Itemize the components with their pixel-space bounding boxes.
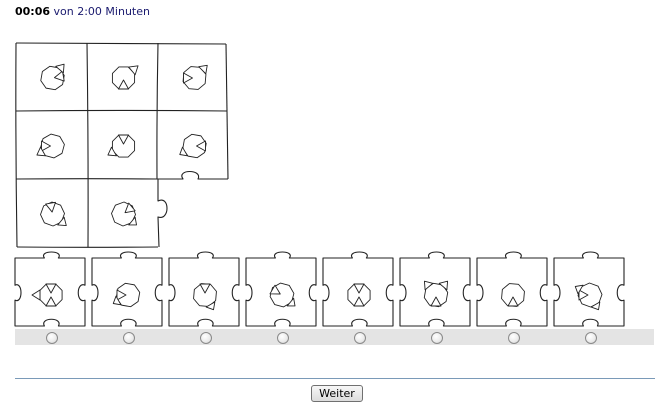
answer-options [14,251,625,327]
answer-option-3 [168,251,240,327]
answer-option-2 [91,251,163,327]
answer-radio-2[interactable] [123,332,135,344]
next-button[interactable]: Weiter [311,385,363,402]
answer-radio-4[interactable] [277,332,289,344]
answer-radio-6[interactable] [431,332,443,344]
answer-radio-1[interactable] [46,332,58,344]
answer-option-5 [322,251,394,327]
answer-radio-3[interactable] [200,332,212,344]
answer-option-7 [476,251,548,327]
answer-option-4 [245,251,317,327]
answer-radio-5[interactable] [354,332,366,344]
answer-radio-bar [15,329,654,345]
answer-radio-8[interactable] [585,332,597,344]
answer-radio-7[interactable] [508,332,520,344]
answer-option-6 [399,251,471,327]
answer-option-8 [553,251,625,327]
answer-option-1 [14,251,86,327]
divider [15,378,655,379]
